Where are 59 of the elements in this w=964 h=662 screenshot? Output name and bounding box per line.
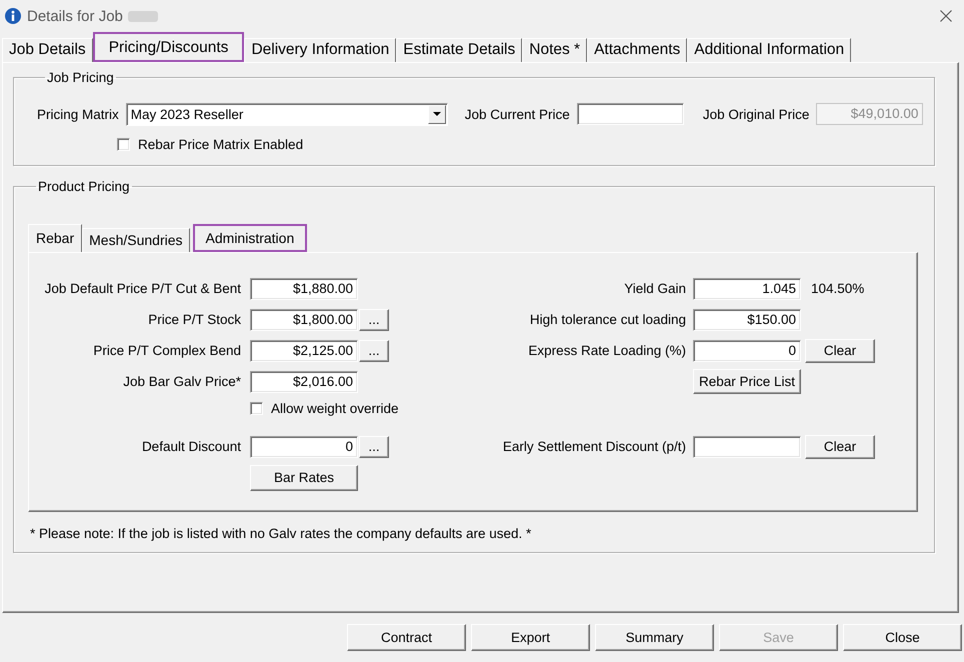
group-label: Job Pricing — [46, 70, 115, 85]
input-field[interactable] — [576, 103, 684, 125]
tab[interactable]: Rebar — [28, 224, 82, 252]
field-label: Job Default Price P/T Cut & Bent — [44, 281, 241, 296]
tab[interactable]: Mesh/Sundries — [82, 228, 190, 252]
field-label: Job Current Price — [464, 106, 570, 122]
dialog-button[interactable]: Close — [843, 624, 962, 651]
info-icon — [5, 8, 21, 24]
field-label: Yield Gain — [624, 281, 686, 296]
dropdown-field[interactable]: May 2023 Reseller — [126, 102, 448, 126]
input-field[interactable]: $2,125.00 — [250, 340, 358, 362]
input-field[interactable]: 0 — [693, 340, 801, 362]
field-label: Pricing Matrix — [37, 106, 119, 122]
dropdown-button[interactable] — [428, 104, 446, 124]
field-label: High tolerance cut loading — [530, 312, 686, 327]
field-button[interactable]: Clear — [805, 434, 875, 458]
field-label: Default Discount — [142, 439, 241, 454]
dialog-button[interactable]: Contract — [347, 624, 466, 651]
checkbox-label: Allow weight override — [271, 400, 399, 416]
field-label: Job Bar Galv Price* — [123, 374, 241, 389]
input-field[interactable]: 1.045 — [693, 278, 801, 300]
redacted-text-block — [128, 10, 158, 22]
field-button[interactable]: ... — [359, 340, 389, 362]
percent-text: 104.50% — [810, 281, 864, 296]
input-field[interactable]: $1,800.00 — [250, 308, 358, 330]
action-button[interactable]: Bar Rates — [250, 464, 358, 490]
dialog-button[interactable]: Export — [471, 624, 590, 651]
tab[interactable]: Pricing/Discounts — [92, 32, 244, 62]
close-button[interactable] — [940, 10, 952, 22]
input-field[interactable]: $150.00 — [693, 308, 801, 330]
group-label: Product Pricing — [37, 179, 131, 194]
tab[interactable]: Additional Information — [687, 38, 852, 62]
tab[interactable]: Delivery Information — [244, 38, 396, 62]
field-label: Early Settlement Discount (p/t) — [502, 439, 686, 454]
field-label: Job Original Price — [702, 106, 810, 122]
checkbox[interactable] — [250, 402, 263, 414]
tab[interactable]: Notes * — [522, 38, 588, 62]
field-button[interactable]: ... — [359, 436, 389, 458]
window-title: Details for Job — [27, 8, 123, 24]
field-label: Price P/T Complex Bend — [93, 343, 241, 358]
input-field[interactable]: $2,016.00 — [250, 370, 358, 392]
checkbox[interactable] — [117, 138, 130, 150]
field-label: Price P/T Stock — [148, 312, 241, 327]
input-field[interactable] — [693, 436, 801, 458]
tab[interactable]: Administration — [192, 224, 308, 252]
dialog-button[interactable]: Summary — [595, 624, 714, 651]
tab[interactable]: Attachments — [587, 38, 688, 62]
field-button[interactable]: ... — [359, 308, 389, 330]
input-field[interactable]: $1,880.00 — [250, 278, 358, 300]
field-button[interactable]: Clear — [805, 338, 875, 362]
action-button[interactable]: Rebar Price List — [693, 369, 801, 394]
checkbox-label: Rebar Price Matrix Enabled — [138, 136, 304, 152]
tab[interactable]: Estimate Details — [396, 38, 522, 62]
tab[interactable]: Job Details — [2, 38, 93, 62]
close-icon — [940, 10, 952, 22]
input-field[interactable]: 0 — [250, 436, 358, 458]
caret-icon — [432, 112, 441, 116]
field-label: Express Rate Loading (%) — [528, 343, 686, 358]
note-text: * Please note: If the job is listed with no Galv rates the company defaults are used. * — [30, 526, 532, 541]
